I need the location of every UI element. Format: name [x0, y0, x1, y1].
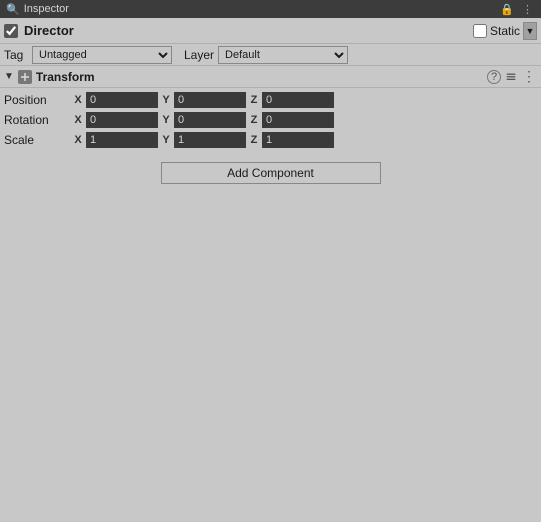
rotation-label: Rotation — [4, 113, 72, 127]
layer-select[interactable]: Default — [218, 46, 348, 64]
position-x-input[interactable] — [86, 92, 158, 108]
gameobject-name-input[interactable] — [22, 22, 469, 40]
position-z-input[interactable] — [262, 92, 334, 108]
tag-label: Tag — [4, 48, 28, 62]
scale-x-label: X — [72, 134, 84, 146]
static-checkbox[interactable] — [473, 24, 487, 38]
transform-help-icon[interactable]: ? — [487, 70, 501, 84]
position-z-label: Z — [248, 94, 260, 106]
rotation-x-label: X — [72, 114, 84, 126]
rotation-x-input[interactable] — [86, 112, 158, 128]
transform-icon — [18, 70, 32, 84]
layer-label: Layer — [184, 48, 214, 62]
rotation-row: Rotation X Y Z — [0, 110, 541, 130]
inspector-title: Inspector — [24, 3, 69, 15]
add-component-button[interactable]: Add Component — [161, 162, 381, 184]
scale-y-input[interactable] — [174, 132, 246, 148]
rotation-y-label: Y — [160, 114, 172, 126]
scale-y-label: Y — [160, 134, 172, 146]
scale-label: Scale — [4, 133, 72, 147]
tag-layer-row: Tag Untagged Layer Default — [0, 44, 541, 66]
gameobject-enabled-checkbox[interactable] — [4, 24, 18, 38]
rotation-z-input[interactable] — [262, 112, 334, 128]
static-dropdown-button[interactable]: ▼ — [523, 22, 537, 40]
static-row: Static ▼ — [473, 22, 537, 40]
inspector-titlebar: 🔍 Inspector 🔒 ⋮ — [0, 0, 541, 18]
transform-title: Transform — [36, 70, 483, 84]
position-y-input[interactable] — [174, 92, 246, 108]
position-x-label: X — [72, 94, 84, 106]
titlebar-menu-icon[interactable]: ⋮ — [520, 3, 535, 16]
transform-arrow[interactable]: ▼ — [4, 71, 14, 82]
position-y-label: Y — [160, 94, 172, 106]
lock-icon[interactable]: 🔒 — [498, 3, 516, 16]
inspector-body: Static ▼ Tag Untagged Layer Default ▼ Tr… — [0, 18, 541, 522]
position-row: Position X Y Z — [0, 90, 541, 110]
rotation-xyz-group: X Y Z — [72, 112, 334, 128]
position-xyz-group: X Y Z — [72, 92, 334, 108]
transform-menu-icon[interactable]: ⋮ — [521, 69, 537, 85]
scale-row: Scale X Y Z — [0, 130, 541, 150]
static-label: Static — [490, 24, 520, 38]
scale-z-input[interactable] — [262, 132, 334, 148]
rotation-z-label: Z — [248, 114, 260, 126]
transform-component-header: ▼ Transform ? ⋮ — [0, 66, 541, 88]
gameobject-row: Static ▼ — [0, 18, 541, 44]
transform-fields: Position X Y Z Rotation X Y Z — [0, 88, 541, 152]
position-label: Position — [4, 93, 72, 107]
scale-z-label: Z — [248, 134, 260, 146]
transform-settings-icon[interactable] — [503, 69, 519, 85]
transform-header-buttons: ? ⋮ — [487, 69, 537, 85]
add-component-area: Add Component — [0, 152, 541, 194]
inspector-icon: 🔍 — [6, 3, 20, 16]
tag-select[interactable]: Untagged — [32, 46, 172, 64]
scale-x-input[interactable] — [86, 132, 158, 148]
scale-xyz-group: X Y Z — [72, 132, 334, 148]
rotation-y-input[interactable] — [174, 112, 246, 128]
